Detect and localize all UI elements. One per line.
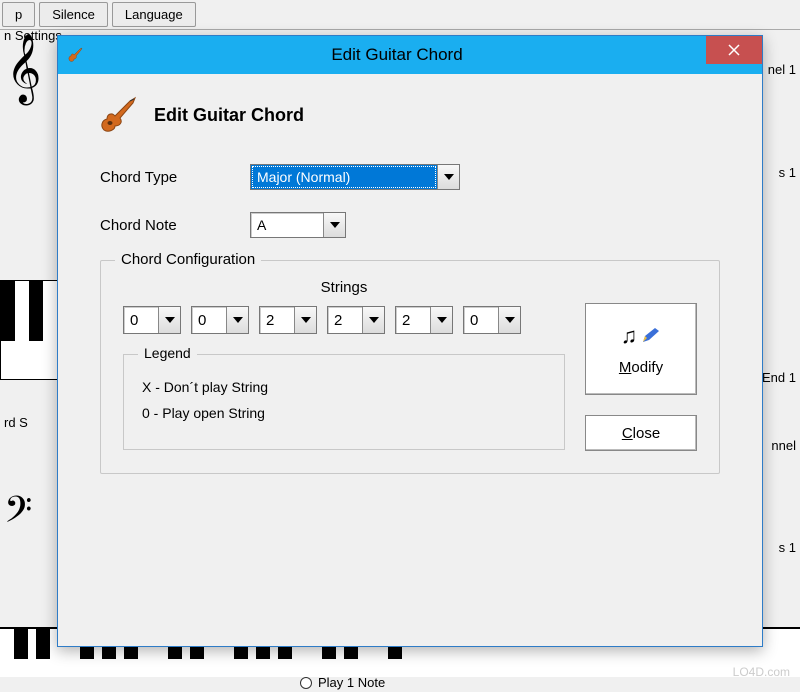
chevron-down-icon[interactable] [323, 213, 345, 237]
chord-note-combo[interactable]: A [250, 212, 346, 238]
titlebar[interactable]: Edit Guitar Chord [58, 36, 762, 74]
chevron-down-icon[interactable] [498, 307, 520, 333]
modify-icon: ♫ [621, 323, 662, 349]
chord-note-value: A [251, 213, 323, 237]
chord-type-combo[interactable]: Major (Normal) [250, 164, 460, 190]
watermark: LO4D.com [733, 665, 790, 679]
string-4-value: 2 [328, 307, 362, 333]
bass-clef-icon: 𝄢 [4, 493, 32, 537]
bg-toolbar: p Silence Language [0, 0, 800, 30]
dialog-header: Edit Guitar Chord [154, 105, 304, 126]
string-4-combo[interactable]: 2 [327, 306, 385, 334]
guitar-icon [68, 47, 84, 63]
string-2-value: 0 [192, 307, 226, 333]
chevron-down-icon[interactable] [437, 165, 459, 189]
close-label-rest: lose [633, 425, 661, 442]
bg-s1: s 1 [779, 165, 796, 180]
treble-clef-icon: 𝄞 [6, 44, 41, 92]
chevron-down-icon[interactable] [158, 307, 180, 333]
edit-chord-dialog: Edit Guitar Chord Edit Guitar Chord Chor… [57, 35, 763, 647]
string-1-value: 0 [124, 307, 158, 333]
bg-end1: End 1 [762, 370, 796, 385]
chevron-down-icon[interactable] [430, 307, 452, 333]
strings-row: 0 0 2 2 2 0 [123, 306, 565, 334]
string-2-combo[interactable]: 0 [191, 306, 249, 334]
string-5-combo[interactable]: 2 [395, 306, 453, 334]
bg-play1note[interactable]: Play 1 Note [300, 675, 385, 690]
chord-note-label: Chord Note [100, 217, 250, 234]
window-close-button[interactable] [706, 36, 762, 64]
legend-group: Legend X - Don´t play String 0 - Play op… [123, 354, 565, 450]
pencil-icon [641, 328, 661, 344]
modify-button[interactable]: ♫ Modify [585, 303, 697, 395]
string-6-combo[interactable]: 0 [463, 306, 521, 334]
close-icon [728, 44, 740, 56]
bg-nel1: nel 1 [768, 62, 796, 77]
close-button[interactable]: Close [585, 415, 697, 451]
bg-rd-s: rd S [4, 415, 28, 430]
chevron-down-icon[interactable] [294, 307, 316, 333]
chord-configuration-group: Chord Configuration Strings 0 0 2 2 2 0 … [100, 260, 720, 474]
bg-piano-keys [0, 280, 60, 380]
string-3-value: 2 [260, 307, 294, 333]
string-1-combo[interactable]: 0 [123, 306, 181, 334]
bg-s1b: s 1 [779, 540, 796, 555]
dialog-title: Edit Guitar Chord [92, 45, 762, 65]
bg-btn-p[interactable]: p [2, 2, 35, 27]
bg-btn-language[interactable]: Language [112, 2, 196, 27]
legend-0-text: 0 - Play open String [142, 405, 546, 421]
string-6-value: 0 [464, 307, 498, 333]
string-5-value: 2 [396, 307, 430, 333]
bg-btn-silence[interactable]: Silence [39, 2, 108, 27]
modify-label-rest: odify [631, 359, 663, 376]
chord-type-value: Major (Normal) [251, 165, 437, 189]
string-3-combo[interactable]: 2 [259, 306, 317, 334]
guitar-icon [100, 96, 138, 134]
chord-type-label: Chord Type [100, 169, 250, 186]
radio-icon[interactable] [300, 677, 312, 689]
bg-nnel: nnel [771, 438, 796, 453]
config-legend: Chord Configuration [115, 251, 261, 268]
chevron-down-icon[interactable] [362, 307, 384, 333]
chevron-down-icon[interactable] [226, 307, 248, 333]
legend-x-text: X - Don´t play String [142, 379, 546, 395]
bg-play1note-label: Play 1 Note [318, 675, 385, 690]
legend-title: Legend [138, 345, 197, 361]
strings-label: Strings [123, 279, 565, 296]
